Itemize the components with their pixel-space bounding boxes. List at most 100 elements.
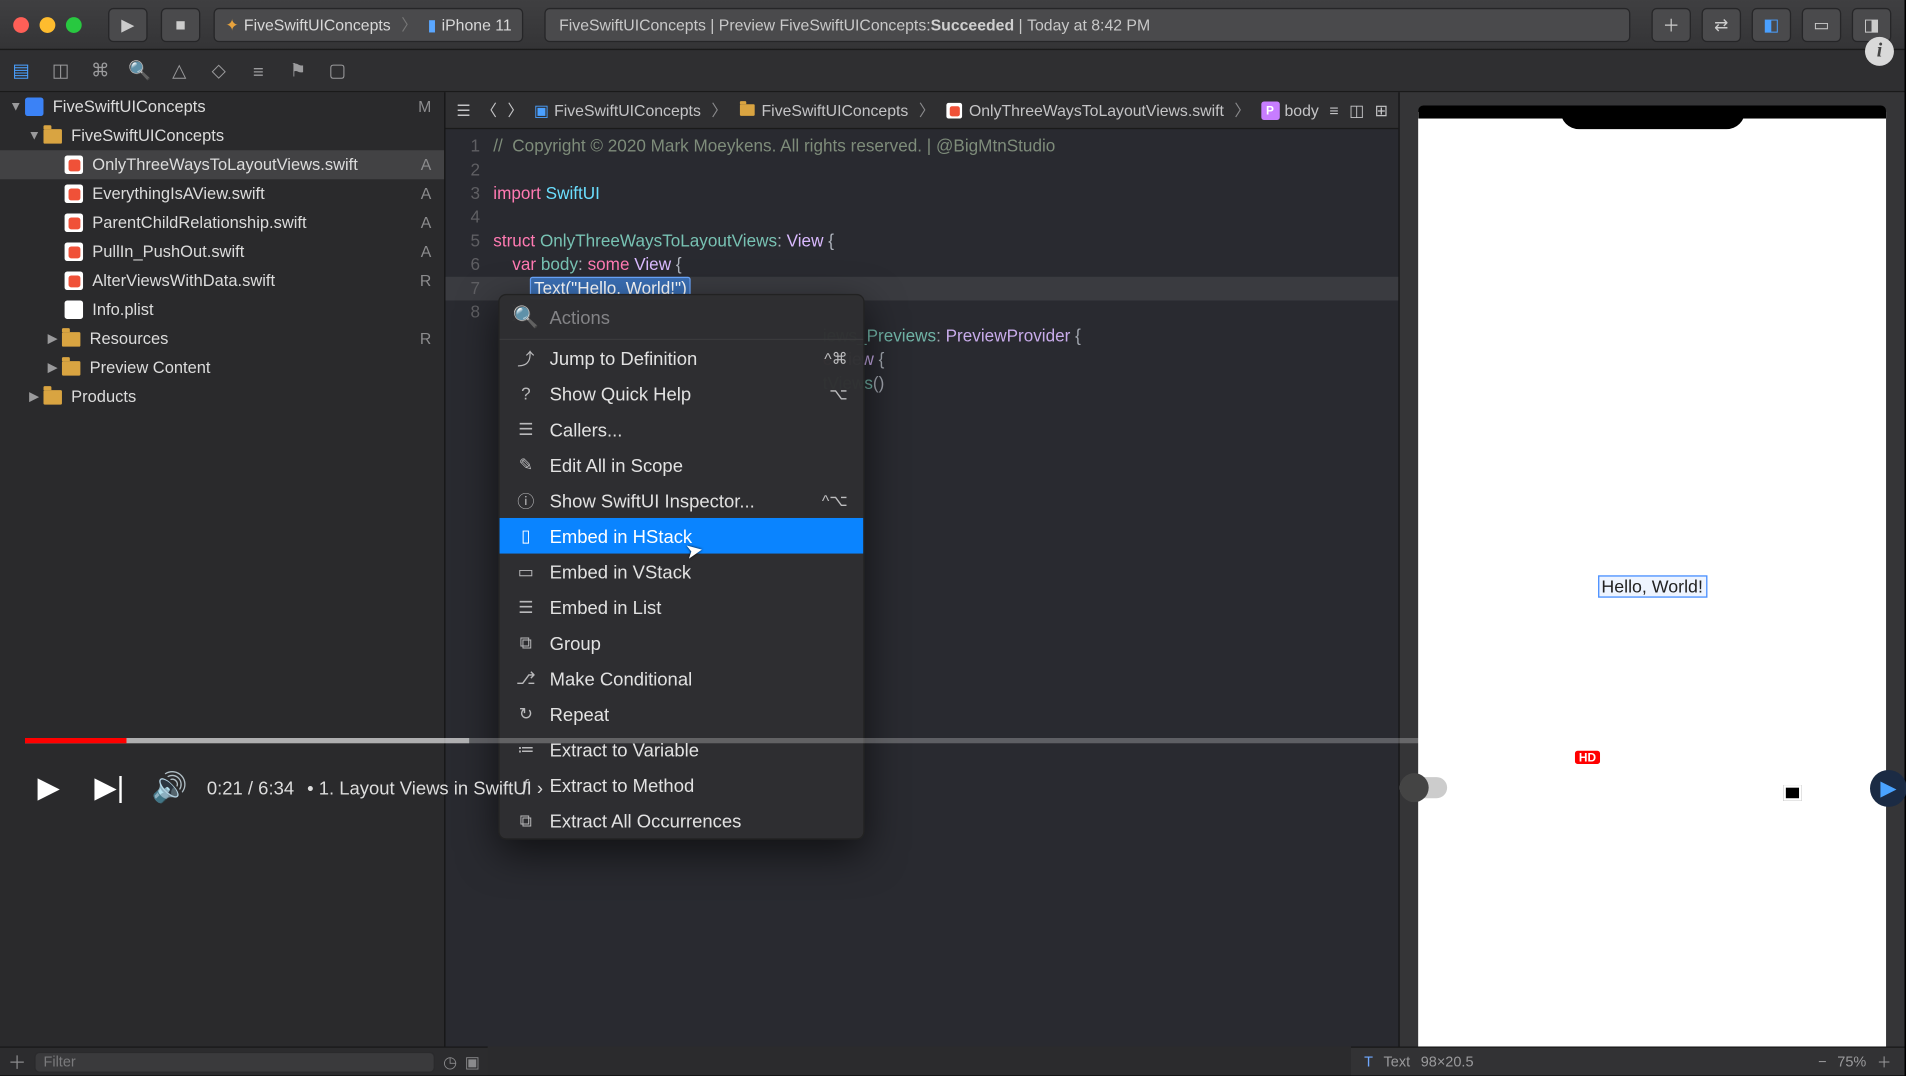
actions-menu-item[interactable]: ⎇ Make Conditional — [500, 660, 864, 696]
scheme-device-label: iPhone 11 — [442, 15, 512, 33]
file-name: ParentChildRelationship.swift — [92, 214, 306, 232]
tab-overview-button[interactable]: ⇄ — [1702, 7, 1742, 41]
youtube-theater-button[interactable] — [1684, 764, 1731, 811]
actions-menu-item[interactable]: ☰Callers... — [500, 411, 864, 447]
scm-filter-icon[interactable]: ▣ — [465, 1052, 480, 1070]
youtube-fullscreen-button[interactable] — [1827, 764, 1874, 811]
related-items-icon[interactable]: ☰ — [456, 101, 470, 119]
actions-menu-item[interactable]: ⓘShow SwiftUI Inspector...^⌥ — [500, 482, 864, 518]
menu-item-icon: ⧉ — [515, 632, 536, 653]
add-button[interactable]: ＋ — [1651, 7, 1691, 41]
menu-item-shortcut: ^⌥ — [822, 491, 848, 509]
menu-item-icon: ↻ — [515, 703, 536, 724]
actions-popup-menu: 🔍 ⤴Jump to Definition^⌘?Show Quick Help⌥… — [498, 294, 864, 840]
folder-name: Resources — [90, 330, 169, 348]
folder-row[interactable]: ▶ Resources R — [0, 324, 444, 353]
youtube-play-button[interactable]: ▶ — [25, 764, 72, 811]
menu-item-shortcut: ⌥ — [829, 384, 847, 402]
file-row[interactable]: EverythingIsAView.swift A — [0, 179, 444, 208]
zoom-level-label[interactable]: 75% — [1837, 1054, 1866, 1070]
youtube-miniplayer-button[interactable] — [1613, 764, 1660, 811]
project-navigator-icon[interactable]: ▤ — [11, 60, 32, 81]
group-row[interactable]: ▼ FiveSwiftUIConcepts — [0, 121, 444, 150]
jump-bar[interactable]: ☰ 〈 〉 ▣ FiveSwiftUIConcepts〉 FiveSwiftUI… — [446, 92, 1399, 129]
file-row[interactable]: OnlyThreeWaysToLayoutViews.swift A — [0, 150, 444, 179]
scheme-selector[interactable]: ✦ FiveSwiftUIConcepts 〉 ▮ iPhone 11 — [214, 7, 524, 41]
actions-menu-item[interactable]: ?Show Quick Help⌥ — [500, 376, 864, 412]
menu-item-label: Show Quick Help — [550, 383, 692, 404]
menu-item-label: Embed in VStack — [550, 561, 692, 582]
stop-button[interactable]: ■ — [161, 7, 201, 41]
navigator-filter-input[interactable] — [34, 1051, 435, 1072]
window-traffic-lights — [13, 16, 82, 32]
toggle-right-panel-button[interactable]: ◨ — [1852, 7, 1892, 41]
activity-status-bar: FiveSwiftUIConcepts | Preview FiveSwiftU… — [545, 7, 1631, 41]
youtube-played — [25, 738, 127, 743]
swiftui-preview-canvas[interactable]: Hello, World! — [1398, 92, 1904, 1046]
find-navigator-icon[interactable]: 🔍 — [129, 60, 150, 81]
go-forward-icon[interactable]: 〉 — [507, 99, 523, 121]
toggle-left-panel-button[interactable]: ◧ — [1752, 7, 1792, 41]
youtube-remote-play-button[interactable] — [1756, 764, 1803, 811]
add-file-icon[interactable]: ＋ — [8, 1048, 26, 1074]
youtube-chapter-label[interactable]: • 1. Layout Views in SwiftUI › — [302, 777, 543, 798]
issue-navigator-icon[interactable]: △ — [169, 60, 190, 81]
menu-item-icon: ☰ — [515, 418, 536, 439]
report-navigator-icon[interactable]: ▢ — [327, 60, 348, 81]
adjust-editor-icon[interactable]: ◫ — [1349, 101, 1364, 119]
scm-indicator: R — [420, 330, 431, 348]
minimize-window-button[interactable] — [40, 16, 56, 32]
run-button[interactable]: ▶ — [108, 7, 148, 41]
go-back-icon[interactable]: 〈 — [481, 99, 497, 121]
youtube-subtitles-button[interactable] — [1471, 764, 1518, 811]
actions-menu-item[interactable]: ⧉Group — [500, 625, 864, 661]
zoom-window-button[interactable] — [66, 16, 82, 32]
file-row[interactable]: PullIn_PushOut.swift A — [0, 237, 444, 266]
youtube-control-bar: ▶ ▶| 🔊 0:21 / 6:34 • 1. Layout Views in … — [25, 760, 1874, 815]
folder-name: Preview Content — [90, 358, 211, 376]
menu-item-icon: ▯ — [515, 525, 536, 546]
file-name: AlterViewsWithData.swift — [92, 272, 275, 290]
folder-row[interactable]: ▶ Preview Content — [0, 353, 444, 382]
symbol-navigator-icon[interactable]: ⌘ — [90, 60, 111, 81]
scm-indicator: A — [421, 156, 432, 174]
file-row[interactable]: ParentChildRelationship.swift A — [0, 208, 444, 237]
actions-menu-item[interactable]: ☰Embed in List — [500, 589, 864, 625]
preview-text-widget[interactable]: Hello, World! — [1597, 575, 1706, 597]
group-label: FiveSwiftUIConcepts — [71, 127, 224, 145]
zoom-in-icon[interactable]: ＋ — [1877, 1051, 1891, 1072]
recent-filter-icon[interactable]: ◷ — [443, 1052, 457, 1070]
menu-item-label: Make Conditional — [550, 668, 693, 689]
youtube-volume-button[interactable]: 🔊 — [146, 764, 193, 811]
file-row[interactable]: AlterViewsWithData.swift R — [0, 266, 444, 295]
test-navigator-icon[interactable]: ◇ — [208, 60, 229, 81]
editor-options-icon[interactable]: ≡ — [1329, 101, 1338, 119]
actions-search-input[interactable] — [550, 306, 851, 327]
actions-menu-item[interactable]: ⤴Jump to Definition^⌘ — [500, 340, 864, 376]
selection-type-icon: T — [1364, 1054, 1373, 1070]
menu-item-label: Edit All in Scope — [550, 454, 683, 475]
youtube-hd-badge: HD — [1575, 751, 1600, 764]
actions-menu-item[interactable]: ▯Embed in HStack — [500, 518, 864, 554]
folder-name: Products — [71, 387, 136, 405]
breakpoint-navigator-icon[interactable]: ⚑ — [287, 60, 308, 81]
add-editor-icon[interactable]: ⊞ — [1375, 101, 1388, 119]
toggle-bottom-panel-button[interactable]: ▭ — [1802, 7, 1842, 41]
zoom-out-icon[interactable]: − — [1818, 1054, 1826, 1070]
file-row[interactable]: Info.plist — [0, 295, 444, 324]
menu-item-icon: ⎇ — [515, 668, 536, 689]
youtube-next-button[interactable]: ▶| — [86, 764, 133, 811]
actions-menu-item[interactable]: ✎Edit All in Scope — [500, 447, 864, 483]
project-root-row[interactable]: ▼ FiveSwiftUIConcepts M — [0, 92, 444, 121]
actions-menu-item[interactable]: ↻Repeat — [500, 696, 864, 732]
source-control-navigator-icon[interactable]: ◫ — [50, 60, 71, 81]
youtube-autoplay-toggle[interactable] — [1400, 764, 1447, 811]
youtube-side-play-icon[interactable]: ▶ — [1870, 770, 1906, 807]
debug-navigator-icon[interactable]: ≡ — [248, 60, 269, 81]
youtube-settings-button[interactable]: ⚙HD — [1542, 764, 1589, 811]
folder-row[interactable]: ▶ Products — [0, 382, 444, 411]
scm-indicator: A — [421, 185, 432, 203]
close-window-button[interactable] — [13, 16, 29, 32]
actions-menu-item[interactable]: ▭Embed in VStack — [500, 554, 864, 590]
youtube-seek-bar[interactable] — [25, 738, 1874, 743]
